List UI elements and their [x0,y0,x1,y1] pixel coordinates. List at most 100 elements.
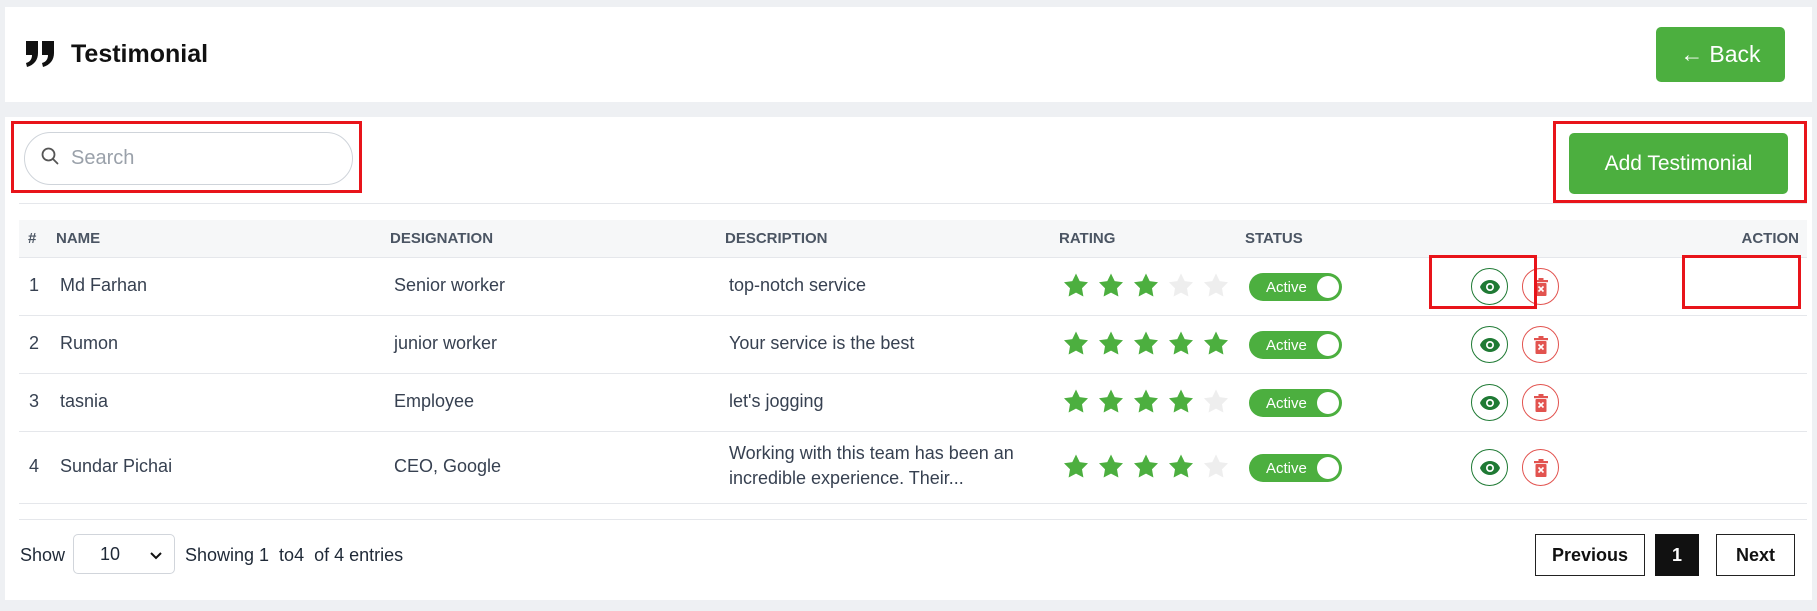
chevron-down-icon [150,544,162,565]
column-header-rating: RATING [1059,230,1116,247]
row-description: Working with this team has been an incre… [729,443,1014,488]
title-wrap: Testimonial [23,37,208,71]
page-button-current[interactable]: 1 [1655,534,1699,576]
star-filled-icon [1169,389,1193,413]
delete-button[interactable] [1522,449,1559,486]
star-filled-icon [1099,389,1123,413]
status-highlight [1429,255,1537,309]
view-button[interactable] [1471,384,1508,421]
star-filled-icon [1134,331,1158,355]
row-index: 4 [29,456,40,476]
status-toggle[interactable]: Active [1249,389,1342,417]
arrow-left-icon: ← [1680,41,1704,67]
status-label: Active [1266,278,1307,296]
next-page-button[interactable]: Next [1716,534,1795,576]
view-button[interactable] [1471,449,1508,486]
star-filled-icon [1134,454,1158,478]
back-button[interactable]: ← Back [1656,27,1785,82]
star-empty-icon [1169,273,1193,297]
trash-icon [1533,393,1548,412]
status-toggle[interactable]: Active [1249,273,1342,301]
star-filled-icon [1064,389,1088,413]
previous-page-button[interactable]: Previous [1535,534,1645,576]
search-input[interactable] [71,147,321,170]
row-designation: Senior worker [394,275,506,295]
search-box[interactable] [24,132,353,185]
row-index: 2 [29,333,40,353]
rating-stars [1062,388,1230,416]
star-filled-icon [1099,273,1123,297]
trash-icon [1533,335,1548,354]
eye-icon [1479,395,1500,410]
testimonial-table-card: Add Testimonial # NAME DESIGNATION DESCR… [5,117,1812,600]
column-header-description: DESCRIPTION [725,230,828,247]
divider [19,519,1807,520]
action-highlight [1682,255,1801,309]
view-button[interactable] [1471,326,1508,363]
column-header-action: ACTION [1741,230,1800,247]
entries-info: Showing 1 to4 of 4 entries [185,545,404,565]
row-designation: junior worker [394,333,498,353]
toggle-knob [1317,276,1339,298]
row-designation: CEO, Google [394,456,502,476]
table-row: 3 tasnia Employee let's jogging Active [19,374,1807,432]
star-filled-icon [1099,454,1123,478]
eye-icon [1479,460,1500,475]
status-toggle[interactable]: Active [1249,331,1342,359]
row-index: 1 [29,275,40,295]
page-title: Testimonial [71,39,209,68]
status-label: Active [1266,459,1307,477]
star-filled-icon [1204,331,1228,355]
eye-icon [1479,337,1500,352]
status-label: Active [1266,336,1307,354]
row-name: Rumon [60,333,119,353]
row-description: Your service is the best [729,333,915,353]
row-name: Md Farhan [60,275,148,295]
row-description: let's jogging [729,391,824,411]
table-row: 4 Sundar Pichai CEO, Google Working with… [19,432,1807,504]
table-row: 2 Rumon junior worker Your service is th… [19,316,1807,374]
table-header: # NAME DESIGNATION DESCRIPTION RATING ST… [19,220,1807,258]
row-name: tasnia [60,391,109,411]
trash-icon [1533,458,1548,477]
delete-button[interactable] [1522,384,1559,421]
star-filled-icon [1134,273,1158,297]
star-empty-icon [1204,273,1228,297]
page-size-value: 10 [100,543,121,564]
star-filled-icon [1064,331,1088,355]
page-size-select[interactable]: 10 [73,534,175,574]
row-index: 3 [29,391,40,411]
rating-stars [1062,453,1230,481]
star-filled-icon [1099,331,1123,355]
back-button-label: Back [1709,41,1761,67]
rating-stars [1062,330,1230,358]
toggle-knob [1317,457,1339,479]
star-filled-icon [1169,454,1193,478]
delete-button[interactable] [1522,326,1559,363]
toggle-knob [1317,392,1339,414]
star-empty-icon [1204,454,1228,478]
row-description: top-notch service [729,275,867,295]
table-row: 1 Md Farhan Senior worker top-notch serv… [19,258,1807,316]
status-toggle[interactable]: Active [1249,454,1342,482]
star-filled-icon [1134,389,1158,413]
row-designation: Employee [394,391,475,411]
star-empty-icon [1204,389,1228,413]
add-testimonial-button[interactable]: Add Testimonial [1569,133,1788,194]
status-label: Active [1266,394,1307,412]
header-card: Testimonial ← Back [5,7,1812,102]
toggle-knob [1317,334,1339,356]
star-filled-icon [1064,273,1088,297]
search-icon [41,147,59,170]
star-filled-icon [1169,331,1193,355]
quote-icon [23,37,57,71]
divider [19,203,1807,204]
row-name: Sundar Pichai [60,456,173,476]
column-header-index: # [28,230,37,247]
star-filled-icon [1064,454,1088,478]
column-header-status: STATUS [1245,230,1303,247]
show-label: Show [20,545,66,565]
column-header-name: NAME [56,230,101,247]
column-header-designation: DESIGNATION [390,230,494,247]
rating-stars [1062,272,1230,300]
